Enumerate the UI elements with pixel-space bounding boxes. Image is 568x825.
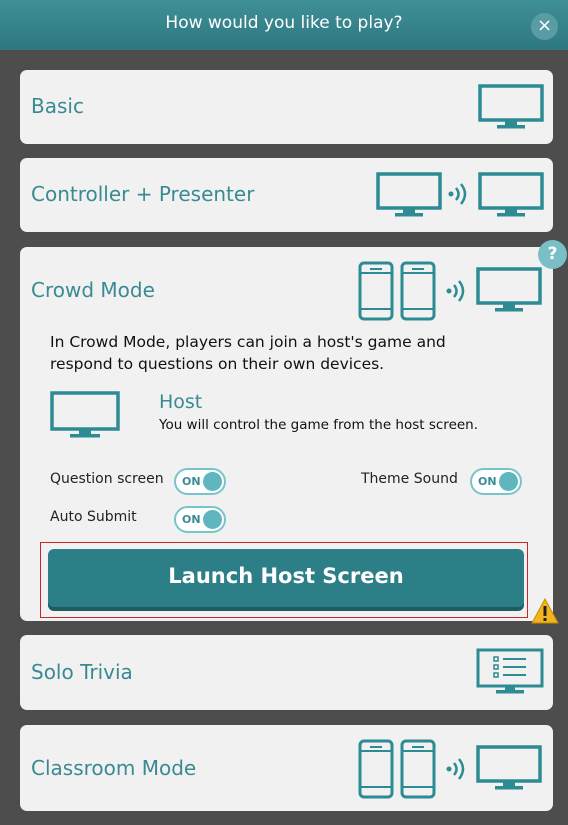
wireless-signal-icon — [446, 279, 468, 303]
launch-host-screen-button[interactable]: Launch Host Screen — [48, 549, 524, 607]
tablet-icon — [400, 261, 436, 321]
warning-icon — [530, 597, 560, 629]
host-description: You will control the game from the host … — [159, 417, 479, 433]
question-mark-icon: ? — [547, 244, 558, 264]
mode-label: Solo Trivia — [31, 660, 133, 684]
monitor-icon — [476, 267, 542, 313]
help-button[interactable]: ? — [538, 240, 567, 269]
theme-sound-label: Theme Sound — [361, 471, 458, 487]
mode-label: Basic — [31, 94, 84, 118]
mode-label: Controller + Presenter — [31, 182, 255, 206]
close-button[interactable]: × — [531, 13, 558, 40]
auto-submit-toggle[interactable]: ON — [174, 506, 226, 533]
host-monitor-icon — [50, 391, 120, 439]
mode-card-basic[interactable]: Basic — [20, 70, 553, 144]
dialog-title: How would you like to play? — [165, 13, 403, 33]
mode-label: Classroom Mode — [31, 756, 197, 780]
monitor-icon — [478, 84, 544, 130]
close-icon: × — [536, 15, 553, 36]
toggle-knob — [203, 472, 222, 491]
mode-card-controller-presenter[interactable]: Controller + Presenter — [20, 158, 553, 232]
mode-card-solo-trivia[interactable]: Solo Trivia — [20, 635, 553, 710]
tablet-icon — [400, 739, 436, 799]
tablet-icon — [358, 261, 394, 321]
auto-submit-label: Auto Submit — [50, 509, 137, 525]
mode-label: Crowd Mode — [31, 278, 155, 302]
wireless-signal-icon — [448, 182, 470, 206]
host-title: Host — [159, 391, 203, 413]
monitor-icon — [376, 172, 442, 218]
toggle-knob — [203, 510, 222, 529]
toggle-knob — [499, 472, 518, 491]
tablet-icon — [358, 739, 394, 799]
theme-sound-toggle[interactable]: ON — [470, 468, 522, 495]
question-screen-toggle[interactable]: ON — [174, 468, 226, 495]
dialog-header: How would you like to play? × — [0, 0, 568, 50]
checklist-monitor-icon — [476, 648, 544, 696]
wireless-signal-icon — [446, 757, 468, 781]
question-screen-label: Question screen — [50, 471, 164, 487]
monitor-icon — [476, 745, 542, 791]
crowd-mode-description: In Crowd Mode, players can join a host's… — [50, 333, 446, 373]
monitor-icon — [478, 172, 544, 218]
mode-card-classroom[interactable]: Classroom Mode — [20, 725, 553, 811]
